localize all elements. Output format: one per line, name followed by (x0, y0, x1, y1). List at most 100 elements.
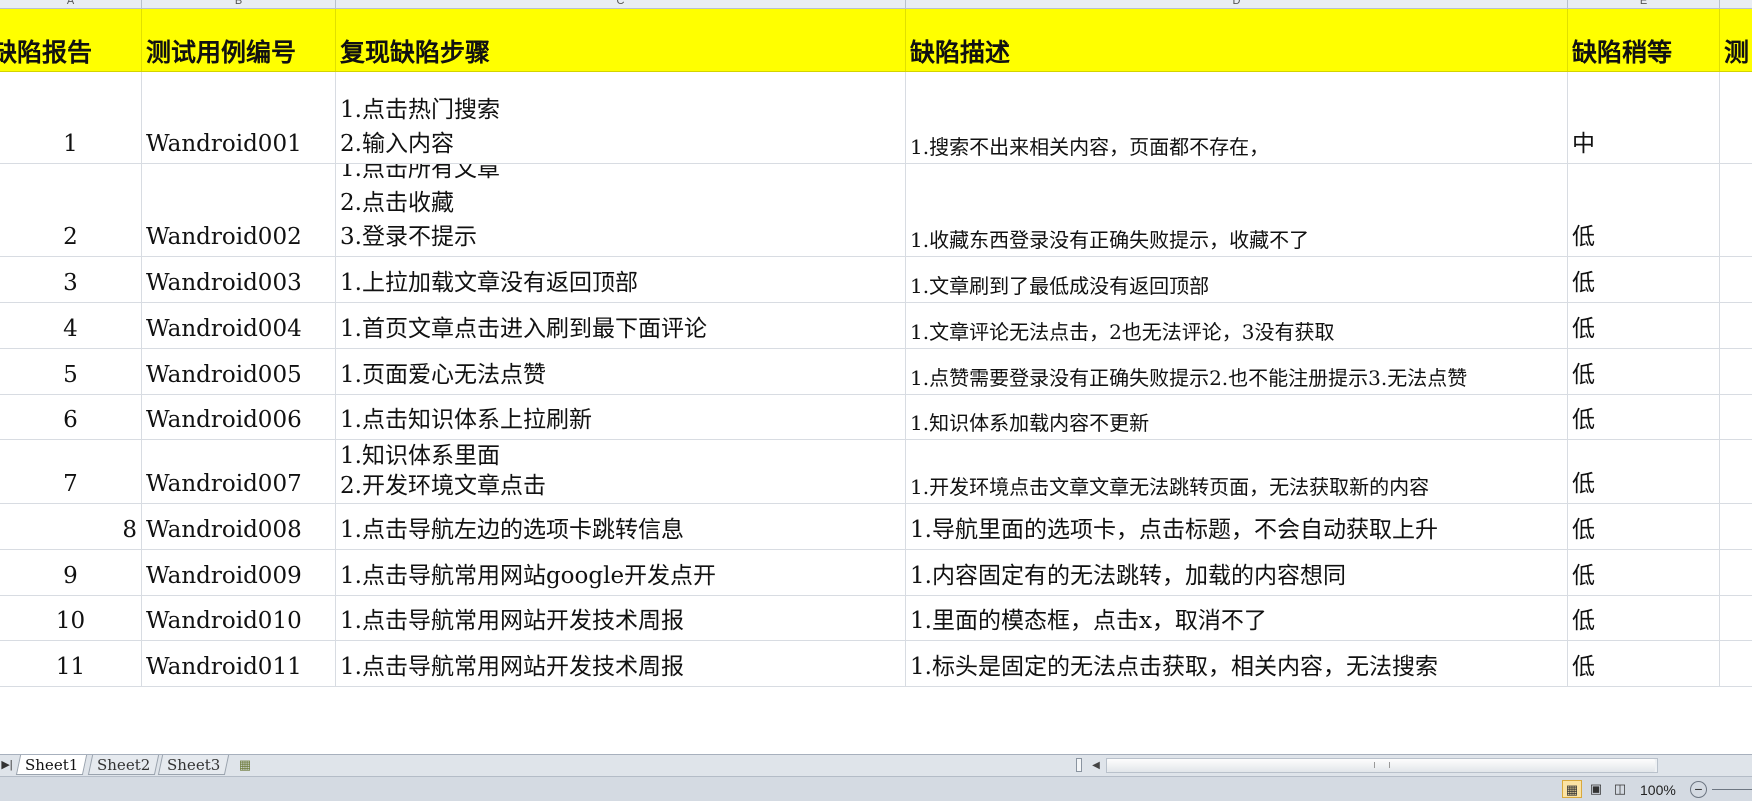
table-row: 1 Wandroid001 1.点击热门搜索 2.输入内容 1.搜索不出来相关内… (0, 72, 1752, 164)
table-row: 10 Wandroid010 1.点击导航常用网站开发技术周报 1.里面的模态框… (0, 596, 1752, 641)
cell-case-id[interactable]: Wandroid008 (142, 504, 336, 549)
cell-case-id[interactable]: Wandroid001 (142, 72, 336, 163)
cell-number[interactable]: 2 (0, 164, 142, 256)
cell-description[interactable]: 1.导航里面的选项卡，点击标题，不会自动获取上升 (906, 504, 1568, 549)
cell-number[interactable]: 8 (0, 504, 142, 549)
cell-steps[interactable]: 1.点击所有文章 2.点击收藏 3.登录不提示 (336, 164, 906, 256)
table-header-row: 缺陷报告 测试用例编号 复现缺陷步骤 缺陷描述 缺陷稍等 测 (0, 9, 1752, 72)
tab-sheet3[interactable]: Sheet3 (157, 755, 230, 775)
cell-case-id[interactable]: Wandroid006 (142, 395, 336, 439)
insert-worksheet-icon[interactable]: ▦ (234, 756, 256, 774)
scroll-grip-icon (1374, 762, 1390, 768)
cell-case-id[interactable]: Wandroid002 (142, 164, 336, 256)
cell-description[interactable]: 1.点赞需要登录没有正确失败提示2.也不能注册提示3.无法点赞 (906, 349, 1568, 394)
last-sheet-arrow-icon[interactable]: ▶| (0, 757, 14, 773)
cell-extra[interactable] (1720, 72, 1752, 163)
cell-steps[interactable]: 1.点击导航常用网站google开发点开 (336, 550, 906, 595)
cell-extra[interactable] (1720, 440, 1752, 503)
cell-number[interactable]: 5 (0, 349, 142, 394)
header-cell-description[interactable]: 缺陷描述 (906, 9, 1568, 71)
cell-extra[interactable] (1720, 303, 1752, 348)
cell-case-id[interactable]: Wandroid005 (142, 349, 336, 394)
cell-severity[interactable]: 低 (1568, 349, 1720, 394)
header-cell-steps[interactable]: 复现缺陷步骤 (336, 9, 906, 71)
cell-number[interactable]: 3 (0, 257, 142, 302)
cell-description[interactable]: 1.搜索不出来相关内容，页面都不存在， (906, 72, 1568, 163)
zoom-level[interactable]: 100% (1640, 781, 1676, 799)
cell-extra[interactable] (1720, 550, 1752, 595)
cell-description[interactable]: 1.里面的模态框，点击x，取消不了 (906, 596, 1568, 640)
cell-steps[interactable]: 1.点击导航常用网站开发技术周报 (336, 641, 906, 686)
cell-extra[interactable] (1720, 349, 1752, 394)
cell-number[interactable]: 1 (0, 72, 142, 163)
column-header-strip: A B C D E (0, 0, 1752, 9)
cell-case-id[interactable]: Wandroid007 (142, 440, 336, 503)
table-row: 5 Wandroid005 1.页面爱心无法点赞 1.点赞需要登录没有正确失败提… (0, 349, 1752, 395)
cell-steps[interactable]: 1.点击热门搜索 2.输入内容 (336, 72, 906, 163)
page-break-view-icon[interactable]: ◫ (1610, 780, 1630, 798)
cell-case-id[interactable]: Wandroid004 (142, 303, 336, 348)
cell-extra[interactable] (1720, 641, 1752, 686)
cell-case-id[interactable]: Wandroid010 (142, 596, 336, 640)
cell-description[interactable]: 1.标头是固定的无法点击获取，相关内容，无法搜索 (906, 641, 1568, 686)
horizontal-scroll-thumb[interactable] (1107, 759, 1655, 772)
cell-steps[interactable]: 1.页面爱心无法点赞 (336, 349, 906, 394)
column-header-c[interactable]: C (336, 0, 906, 8)
cell-number[interactable]: 7 (0, 440, 142, 503)
cell-number[interactable]: 9 (0, 550, 142, 595)
column-header-e[interactable]: E (1568, 0, 1720, 8)
cell-severity[interactable]: 低 (1568, 641, 1720, 686)
table-row: 4 Wandroid004 1.首页文章点击进入刷到最下面评论 1.文章评论无法… (0, 303, 1752, 349)
cell-number[interactable]: 11 (0, 641, 142, 686)
cell-extra[interactable] (1720, 504, 1752, 549)
cell-extra[interactable] (1720, 164, 1752, 256)
cell-case-id[interactable]: Wandroid003 (142, 257, 336, 302)
tab-sheet2[interactable]: Sheet2 (87, 755, 160, 775)
cell-steps[interactable]: 1.知识体系里面 2.开发环境文章点击 (336, 440, 906, 503)
cell-severity[interactable]: 低 (1568, 257, 1720, 302)
column-header-a[interactable]: A (0, 0, 142, 8)
cell-steps[interactable]: 1.点击知识体系上拉刷新 (336, 395, 906, 439)
header-cell-case-id[interactable]: 测试用例编号 (142, 9, 336, 71)
cell-number[interactable]: 4 (0, 303, 142, 348)
cell-steps[interactable]: 1.点击导航左边的选项卡跳转信息 (336, 504, 906, 549)
cell-extra[interactable] (1720, 596, 1752, 640)
cell-extra[interactable] (1720, 257, 1752, 302)
horizontal-scrollbar[interactable] (1106, 758, 1658, 773)
tab-sheet1[interactable]: Sheet1 (15, 755, 88, 775)
header-cell-defect-report[interactable]: 缺陷报告 (0, 9, 142, 71)
cell-severity[interactable]: 低 (1568, 395, 1720, 439)
zoom-slider[interactable] (1712, 789, 1752, 790)
cell-case-id[interactable]: Wandroid009 (142, 550, 336, 595)
normal-view-icon[interactable]: ▦ (1562, 780, 1582, 798)
cell-steps[interactable]: 1.上拉加载文章没有返回顶部 (336, 257, 906, 302)
cell-description[interactable]: 1.开发环境点击文章文章无法跳转页面，无法获取新的内容 (906, 440, 1568, 503)
cell-number[interactable]: 6 (0, 395, 142, 439)
cell-severity[interactable]: 低 (1568, 504, 1720, 549)
cell-severity[interactable]: 中 (1568, 72, 1720, 163)
cell-description[interactable]: 1.文章评论无法点击，2也无法评论，3没有获取 (906, 303, 1568, 348)
cell-description[interactable]: 1.内容固定有的无法跳转，加载的内容想同 (906, 550, 1568, 595)
cell-case-id[interactable]: Wandroid011 (142, 641, 336, 686)
minus-icon[interactable]: − (1690, 781, 1707, 798)
page-layout-view-icon[interactable]: ▣ (1586, 780, 1606, 798)
column-header-d[interactable]: D (906, 0, 1568, 8)
cell-description[interactable]: 1.收藏东西登录没有正确失败提示，收藏不了 (906, 164, 1568, 256)
cell-extra[interactable] (1720, 395, 1752, 439)
column-header-b[interactable]: B (142, 0, 336, 8)
cell-severity[interactable]: 低 (1568, 303, 1720, 348)
scroll-left-arrow-icon[interactable]: ◀ (1088, 757, 1104, 774)
cell-severity[interactable]: 低 (1568, 596, 1720, 640)
cell-severity[interactable]: 低 (1568, 440, 1720, 503)
cell-steps[interactable]: 1.点击导航常用网站开发技术周报 (336, 596, 906, 640)
cell-description[interactable]: 1.知识体系加载内容不更新 (906, 395, 1568, 439)
header-cell-extra[interactable]: 测 (1720, 9, 1752, 71)
cell-number[interactable]: 10 (0, 596, 142, 640)
header-cell-severity[interactable]: 缺陷稍等 (1568, 9, 1720, 71)
cell-severity[interactable]: 低 (1568, 164, 1720, 256)
tab-split-handle[interactable] (1076, 758, 1082, 772)
column-header-f[interactable] (1720, 0, 1752, 8)
cell-steps[interactable]: 1.首页文章点击进入刷到最下面评论 (336, 303, 906, 348)
cell-description[interactable]: 1.文章刷到了最低成没有返回顶部 (906, 257, 1568, 302)
cell-severity[interactable]: 低 (1568, 550, 1720, 595)
